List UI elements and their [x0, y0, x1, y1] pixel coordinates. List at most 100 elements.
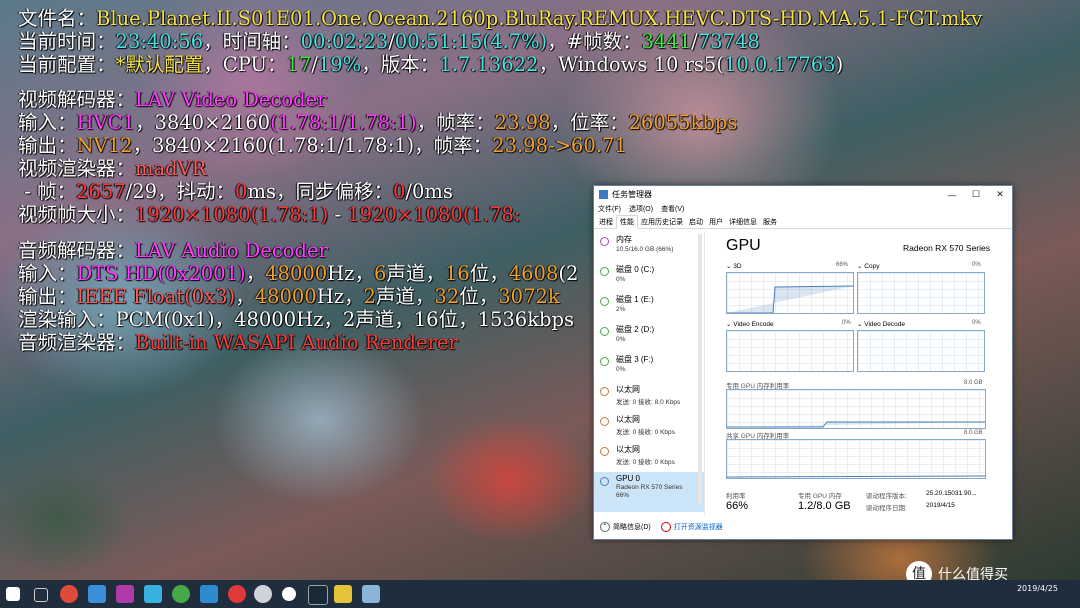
maximize-button[interactable]: ☐	[964, 189, 988, 200]
osd-line-video-decoder: 视频解码器：LAV Video Decoder	[18, 88, 327, 111]
tab-services[interactable]: 服务	[760, 216, 780, 228]
fewer-details-label: 简略信息(D)	[613, 524, 651, 531]
window-title: 任务管理器	[612, 190, 652, 199]
close-button[interactable]: ✕	[988, 189, 1012, 200]
sidebar-scrollbar[interactable]	[698, 234, 702, 504]
osd-line-time: 当前时间：23:40:56，时间轴：00:02:23/00:51:15(4.7%…	[18, 30, 760, 53]
task-manager-taskbar-icon[interactable]	[362, 585, 380, 603]
memory-indicator-icon	[600, 237, 609, 246]
open-resource-monitor-link[interactable]: 打开资源监视器	[660, 522, 723, 532]
app-icon-green[interactable]	[172, 585, 190, 603]
gpu-indicator-icon	[600, 477, 609, 486]
sidebar-item-label: 以太网	[616, 415, 640, 424]
taskbar-date: 2019/4/25	[1016, 584, 1058, 593]
minimize-button[interactable]: —	[940, 190, 964, 200]
tab-startup[interactable]: 启动	[686, 216, 706, 228]
tab-app-history[interactable]: 应用历史记录	[638, 216, 686, 228]
sidebar-item-value: 发送: 0 接收: 0 Kbps	[616, 459, 675, 466]
taskbar: 2019/4/25	[0, 580, 1080, 608]
sidebar-item-disk-1[interactable]: 磁盘 1 (E:) 2%	[594, 292, 704, 322]
fewer-details-button[interactable]: ⌃ 简略信息(D)	[600, 522, 651, 532]
app-icon-cyan[interactable]	[144, 585, 162, 603]
utilization-label: 利用率	[726, 493, 746, 500]
graph-shared-memory[interactable]	[726, 439, 986, 479]
app-icon-red[interactable]	[228, 585, 246, 603]
menu-options[interactable]: 选项(O)	[629, 204, 653, 214]
shared-memory-max: 8.0 GB	[964, 430, 983, 436]
task-view-icon[interactable]	[34, 588, 48, 602]
sidebar-item-value: 66%	[616, 492, 630, 499]
sidebar-item-value: 发送: 0 接收: 0 Kbps	[616, 429, 675, 436]
sidebar-item-ethernet-2[interactable]: 以太网发送: 0 接收: 0 Kbps	[594, 412, 704, 442]
task-manager-window[interactable]: 任务管理器 — ☐ ✕ 文件(F) 选项(O) 查看(V) 进程 性能 应用历史…	[593, 185, 1013, 540]
sidebar-item-label: 磁盘 2 (D:)	[616, 325, 655, 334]
graph-video-decode[interactable]	[857, 330, 985, 372]
menu-view[interactable]: 查看(V)	[661, 204, 684, 214]
start-icon[interactable]	[6, 587, 20, 601]
app-icon-yellow[interactable]	[334, 585, 352, 603]
osd-line-config: 当前配置：*默认配置，CPU：17/19%，版本：1.7.13622，Windo…	[18, 53, 844, 76]
app-icon-blue[interactable]	[88, 585, 106, 603]
osd-line-render-input: 渲染输入：PCM(0x1)，48000Hz，2声道，16位，1536kbps	[18, 308, 574, 331]
graph-dedicated-memory[interactable]	[726, 389, 986, 429]
sidebar-item-gpu-0[interactable]: GPU 0 Radeon RX 570 Series 66%	[594, 472, 704, 512]
graph-video-decode-label: ⌄ Video Decode	[857, 321, 905, 328]
resource-monitor-icon	[660, 522, 671, 532]
steam-icon[interactable]	[308, 585, 328, 605]
osd-line-video-renderer: 视频渲染器：madVR	[18, 157, 207, 180]
sidebar-item-label: 磁盘 3 (F:)	[616, 355, 654, 364]
disk-indicator-icon	[600, 357, 609, 366]
sidebar-item-disk-2[interactable]: 磁盘 2 (D:) 0%	[594, 322, 704, 352]
graph-shared-memory-line	[727, 475, 985, 478]
menu-file[interactable]: 文件(F)	[598, 204, 621, 214]
osd-line-video-output: 输出：NV12，3840×2160(1.78:1/1.78:1)，帧率：23.9…	[18, 134, 627, 157]
tab-users[interactable]: 用户	[706, 216, 726, 228]
sidebar-item-disk-0[interactable]: 磁盘 0 (C:) 0%	[594, 262, 704, 292]
sidebar-item-ethernet-3[interactable]: 以太网 发送: 0 接收: 0 Kbps	[594, 442, 704, 472]
ethernet-indicator-icon	[600, 447, 609, 456]
app-icon-gray[interactable]	[254, 585, 272, 603]
sidebar-item-memory[interactable]: 内存 10.5/16.0 GB (66%)	[594, 232, 704, 262]
driver-version-value: 25.20.15031.90...	[926, 490, 977, 497]
sidebar-item-label: 磁盘 1 (E:)	[616, 295, 654, 304]
tab-performance[interactable]: 性能	[616, 215, 638, 229]
sidebar-item-value: 0%	[616, 336, 626, 343]
driver-version-label: 驱动程序版本:	[866, 493, 907, 500]
taskbar-clock[interactable]: 2019/4/25	[1017, 584, 1058, 594]
app-icon-purple[interactable]	[116, 585, 134, 603]
sidebar-item-disk-3[interactable]: 磁盘 3 (F:) 0%	[594, 352, 704, 382]
settings-icon[interactable]	[282, 587, 296, 601]
chevron-up-icon: ⌃	[600, 522, 610, 532]
task-manager-footer: ⌃ 简略信息(D) 打开资源监视器	[594, 517, 1012, 537]
chrome-icon[interactable]	[60, 585, 78, 603]
sidebar-item-model: Radeon RX 570 Series	[616, 484, 683, 491]
tab-processes[interactable]: 进程	[596, 216, 616, 228]
gpu-model: Radeon RX 570 Series	[903, 243, 990, 253]
graph-video-encode-label: ⌄ Video Encode	[726, 321, 774, 328]
dedicated-memory-max: 8.0 GB	[964, 380, 983, 386]
graph-video-encode[interactable]	[726, 330, 854, 372]
performance-sidebar: 内存 10.5/16.0 GB (66%) 磁盘 0 (C:) 0% 磁盘 1 (E…	[594, 232, 705, 515]
resource-monitor-label: 打开资源监视器	[673, 524, 723, 531]
sidebar-item-value: 0%	[616, 276, 626, 283]
tab-details[interactable]: 详细信息	[726, 216, 760, 228]
sidebar-item-ethernet-1[interactable]: 以太网 发送: 0 接收: 8.0 Kbps	[594, 382, 704, 412]
osd-line-audio-output: 输出：IEEE Float(0x3)，48000Hz，2声道，32位，3072k	[18, 285, 560, 308]
graph-3d-percent: 66%	[836, 262, 849, 268]
sidebar-item-label: 磁盘 0 (C:)	[616, 265, 655, 274]
graph-copy[interactable]	[857, 272, 985, 314]
app-icon-bird[interactable]	[200, 585, 218, 603]
gpu-detail-panel: GPU Radeon RX 570 Series ⌄ 3D 66% ⌄ Copy…	[710, 232, 1005, 515]
graph-video-encode-percent: 0%	[842, 320, 851, 326]
sidebar-item-label: GPU 0	[616, 474, 641, 483]
osd-line-audio-input: 输入：DTS HD(0x2001)，48000Hz，6声道，16位，4608(2	[18, 262, 579, 285]
driver-date-value: 2019/4/15	[926, 502, 955, 509]
driver-date-label: 驱动程序日期:	[866, 505, 907, 512]
tab-bar: 进程 性能 应用历史记录 启动 用户 详细信息 服务	[594, 214, 1012, 229]
title-bar[interactable]: 任务管理器 — ☐ ✕	[594, 186, 1012, 203]
graph-3d[interactable]	[726, 272, 854, 314]
graph-dedicated-memory-line	[727, 421, 985, 428]
graph-3d-line	[727, 285, 853, 313]
dedicated-gpu-memory-value: 1.2/8.0 GB	[798, 500, 851, 512]
osd-line-audio-decoder: 音频解码器：LAV Audio Decoder	[18, 239, 328, 262]
